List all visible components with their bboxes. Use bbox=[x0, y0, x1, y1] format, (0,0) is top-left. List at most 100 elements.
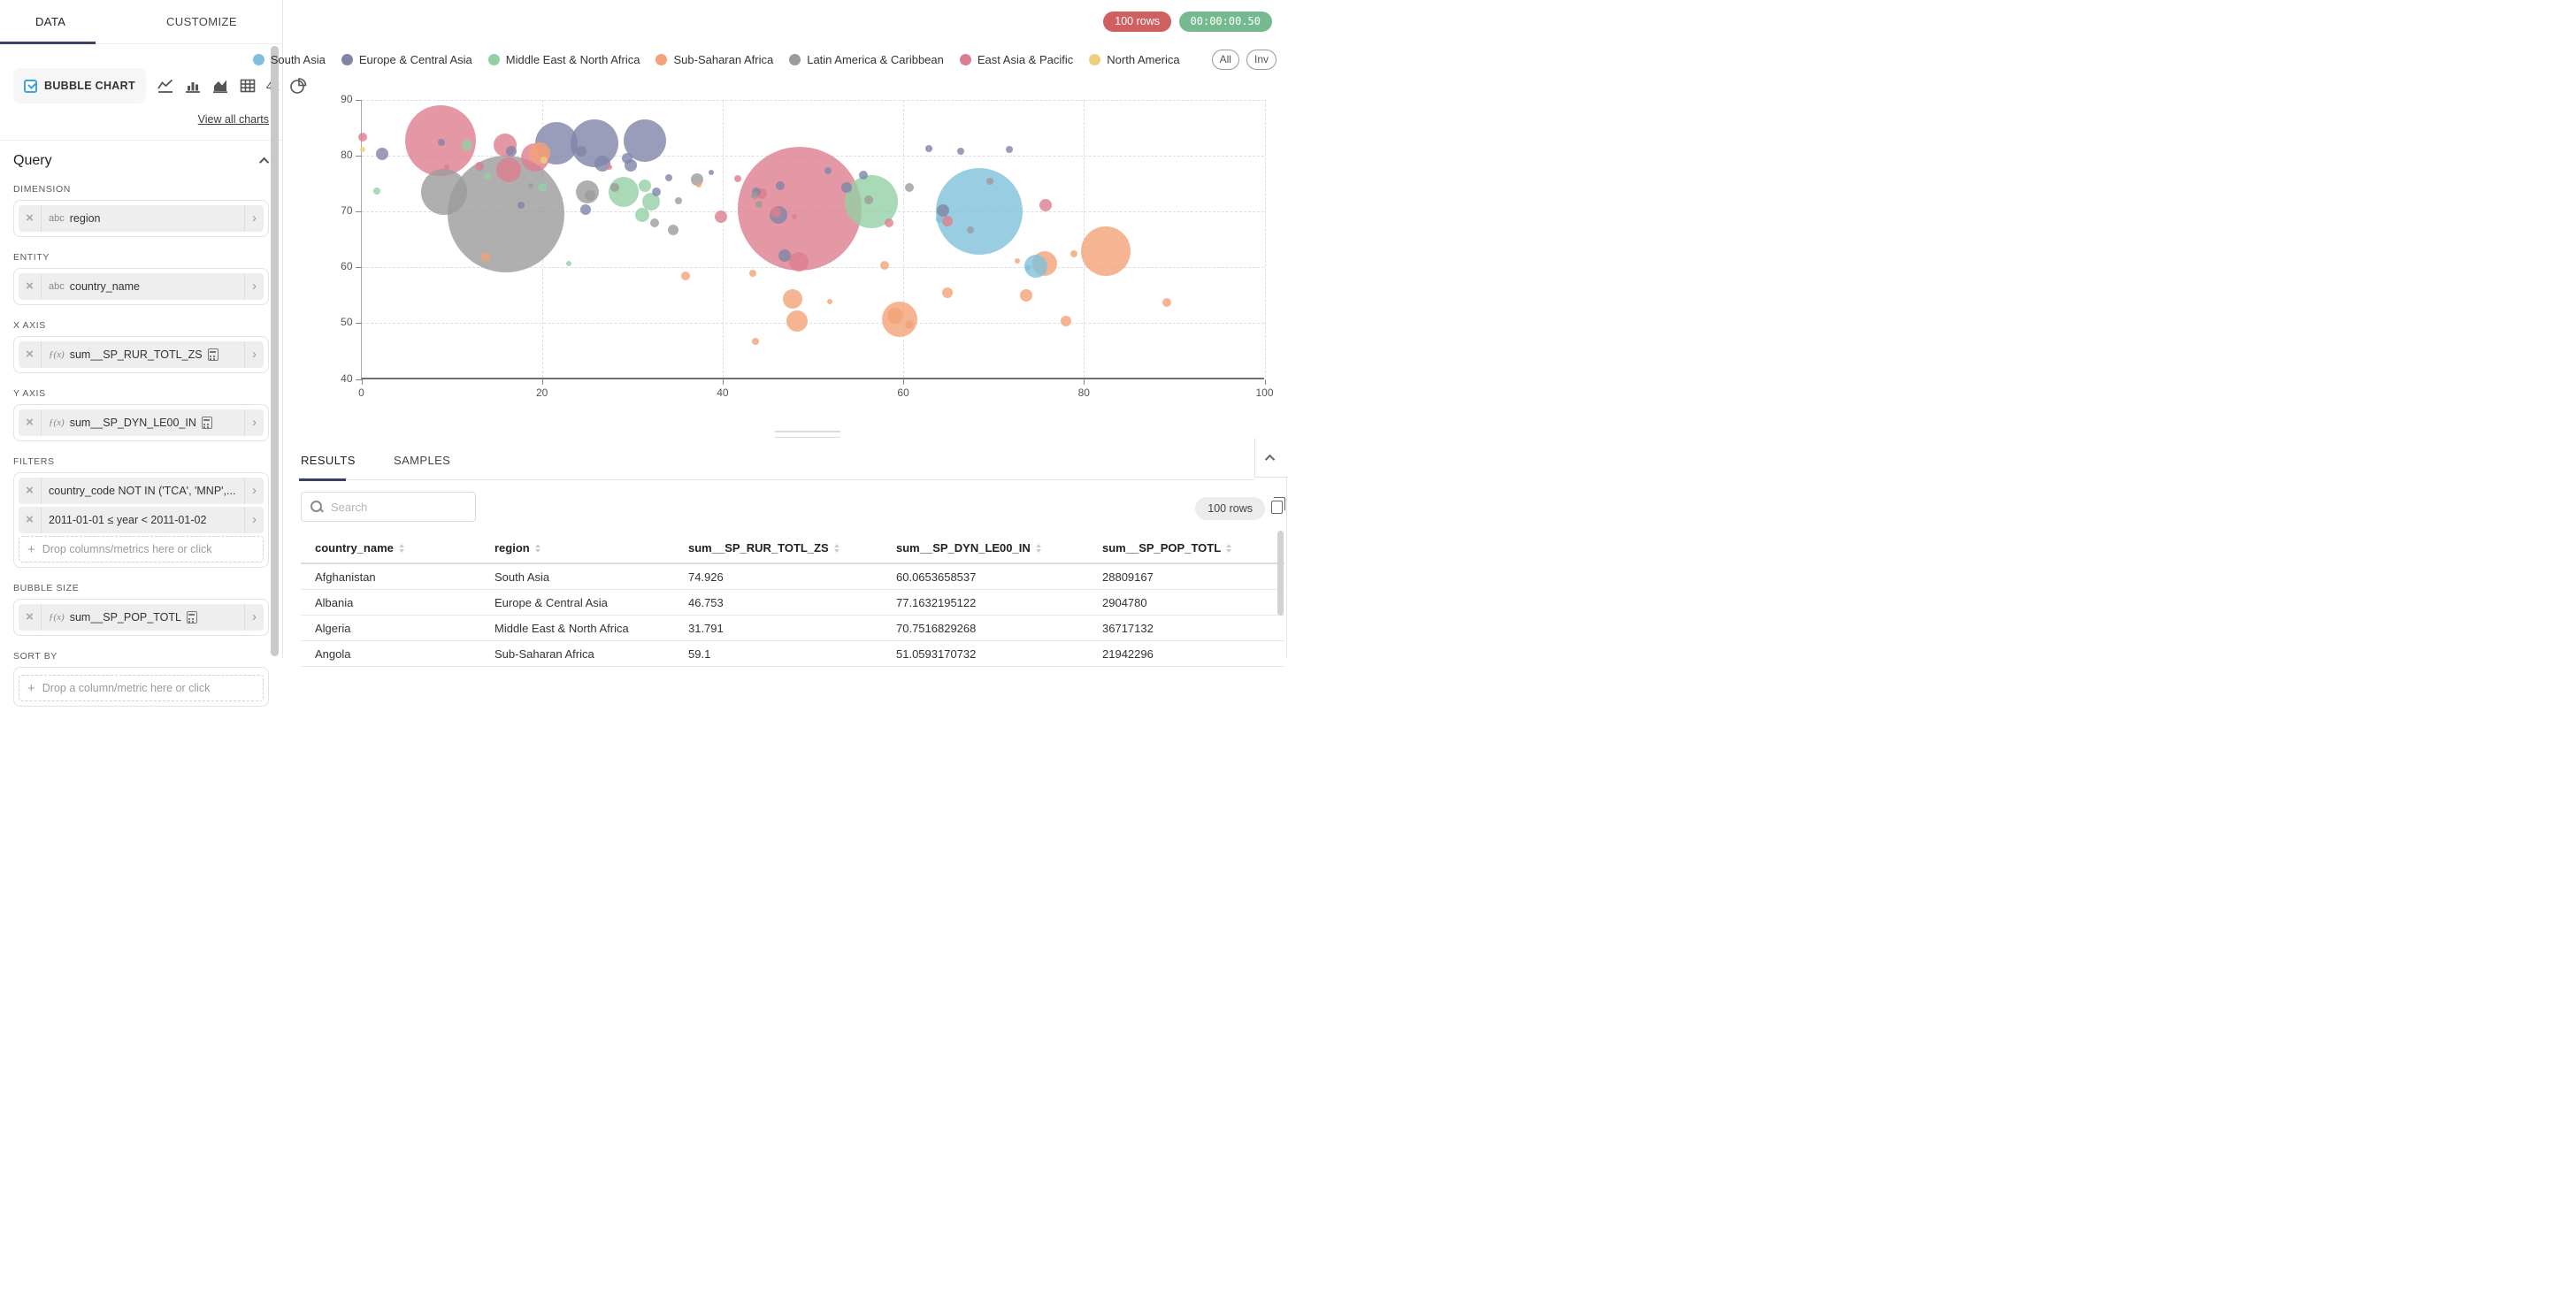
bubble[interactable] bbox=[538, 183, 547, 192]
bubble[interactable] bbox=[675, 197, 682, 204]
legend-item-latin-america-caribbean[interactable]: Latin America & Caribbean bbox=[789, 53, 944, 66]
legend-invert-button[interactable]: Inv bbox=[1246, 50, 1276, 70]
column-header-region[interactable]: region bbox=[480, 534, 674, 562]
bubble[interactable] bbox=[792, 214, 797, 219]
bubble[interactable] bbox=[783, 289, 802, 309]
bubble[interactable] bbox=[942, 287, 953, 298]
y-axis-expand-icon[interactable]: › bbox=[244, 409, 264, 436]
bubble[interactable] bbox=[967, 226, 974, 233]
tab-data[interactable]: DATA bbox=[35, 0, 65, 43]
bubble[interactable] bbox=[475, 162, 484, 171]
y-axis-pill[interactable]: × ƒ(x)sum__SP_DYN_LE00_IN › bbox=[19, 409, 264, 436]
sort-by-control[interactable]: +Drop a column/metric here or click bbox=[13, 667, 269, 707]
dimension-control[interactable]: × abcregion › bbox=[13, 200, 269, 237]
tab-customize[interactable]: CUSTOMIZE bbox=[166, 0, 237, 43]
filter-pill-year-range[interactable]: × 2011-01-01 ≤ year < 2011-01-02 › bbox=[19, 507, 264, 533]
bubble[interactable] bbox=[576, 146, 586, 157]
dimension-pill[interactable]: × abcregion › bbox=[19, 205, 264, 232]
bubble[interactable] bbox=[734, 175, 741, 182]
area-chart-icon[interactable] bbox=[211, 77, 229, 95]
sort-icon[interactable] bbox=[1226, 544, 1231, 553]
legend-item-sub-saharan-africa[interactable]: Sub-Saharan Africa bbox=[656, 53, 773, 66]
y-axis-control[interactable]: × ƒ(x)sum__SP_DYN_LE00_IN › bbox=[13, 404, 269, 441]
results-scrollbar[interactable] bbox=[1277, 531, 1284, 616]
legend-item-south-asia[interactable]: South Asia bbox=[253, 53, 326, 66]
column-header-sum-sp-pop-totl[interactable]: sum__SP_POP_TOTL bbox=[1088, 534, 1284, 562]
collapse-results-icon[interactable] bbox=[1265, 455, 1275, 464]
bubble[interactable] bbox=[681, 272, 690, 280]
bubble[interactable] bbox=[1070, 250, 1077, 257]
remove-dimension-icon[interactable]: × bbox=[19, 205, 42, 232]
bubble[interactable] bbox=[1015, 258, 1020, 264]
bubble[interactable] bbox=[880, 261, 889, 270]
bubble[interactable] bbox=[607, 164, 612, 170]
bubble[interactable] bbox=[752, 338, 759, 345]
legend-item-east-asia-pacific[interactable]: East Asia & Pacific bbox=[960, 53, 1073, 66]
bubble[interactable] bbox=[1020, 289, 1032, 302]
bubble[interactable] bbox=[859, 171, 868, 180]
filter-expand-icon[interactable]: › bbox=[244, 478, 264, 504]
filter-expand-icon[interactable]: › bbox=[244, 507, 264, 533]
bubble[interactable] bbox=[776, 181, 785, 190]
bubble[interactable] bbox=[864, 195, 873, 204]
bubble[interactable] bbox=[540, 157, 548, 164]
tab-results[interactable]: RESULTS bbox=[301, 442, 356, 479]
column-header-sum-sp-dyn-le00-in[interactable]: sum__SP_DYN_LE00_IN bbox=[882, 534, 1088, 562]
bubble[interactable] bbox=[421, 169, 467, 215]
bubble[interactable] bbox=[827, 299, 832, 304]
line-chart-icon[interactable] bbox=[157, 77, 174, 95]
bubble[interactable] bbox=[566, 261, 571, 266]
remove-filter-icon[interactable]: × bbox=[19, 478, 42, 504]
bubble[interactable] bbox=[749, 270, 756, 277]
panel-resize-handle[interactable] bbox=[775, 431, 840, 438]
bubble[interactable] bbox=[1162, 298, 1171, 307]
bubble[interactable] bbox=[668, 225, 678, 235]
viz-selected-checkbox[interactable] bbox=[24, 80, 37, 93]
legend-item-europe-central-asia[interactable]: Europe & Central Asia bbox=[341, 53, 472, 66]
tab-samples[interactable]: SAMPLES bbox=[394, 442, 450, 479]
sort-icon[interactable] bbox=[535, 544, 540, 553]
bar-chart-icon[interactable] bbox=[184, 77, 202, 95]
legend-item-north-america[interactable]: North America bbox=[1089, 53, 1179, 66]
bubble[interactable] bbox=[665, 174, 672, 181]
column-header-sum-sp-rur-totl-zs[interactable]: sum__SP_RUR_TOTL_ZS bbox=[674, 534, 882, 562]
bubble[interactable] bbox=[652, 187, 661, 196]
bubble[interactable] bbox=[789, 252, 809, 272]
sort-icon[interactable] bbox=[1036, 544, 1041, 553]
bubble-size-control[interactable]: × ƒ(x)sum__SP_POP_TOTL › bbox=[13, 599, 269, 636]
sort-by-dropzone[interactable]: +Drop a column/metric here or click bbox=[19, 675, 264, 701]
bubble[interactable] bbox=[1006, 146, 1013, 153]
bubble[interactable] bbox=[841, 182, 852, 193]
bubble[interactable] bbox=[506, 146, 517, 157]
bubble[interactable] bbox=[650, 218, 659, 227]
bubble[interactable] bbox=[905, 183, 914, 192]
bubble[interactable] bbox=[580, 204, 591, 215]
bubble[interactable] bbox=[696, 182, 702, 187]
sidebar-scrollbar[interactable] bbox=[271, 46, 279, 656]
remove-x-axis-icon[interactable]: × bbox=[19, 341, 42, 368]
remove-y-axis-icon[interactable]: × bbox=[19, 409, 42, 436]
sort-icon[interactable] bbox=[834, 544, 840, 553]
bubble[interactable] bbox=[709, 170, 714, 175]
query-collapse-icon[interactable] bbox=[259, 157, 269, 167]
bubble[interactable] bbox=[715, 210, 727, 223]
x-axis-expand-icon[interactable]: › bbox=[244, 341, 264, 368]
dimension-expand-icon[interactable]: › bbox=[244, 205, 264, 232]
remove-entity-icon[interactable]: × bbox=[19, 273, 42, 300]
x-axis-pill[interactable]: × ƒ(x)sum__SP_RUR_TOTL_ZS › bbox=[19, 341, 264, 368]
bubble[interactable] bbox=[373, 187, 380, 195]
remove-bubble-size-icon[interactable]: × bbox=[19, 604, 42, 631]
filters-dropzone[interactable]: +Drop columns/metrics here or click bbox=[19, 536, 264, 562]
entity-pill[interactable]: × abccountry_name › bbox=[19, 273, 264, 300]
filters-control[interactable]: × country_code NOT IN ('TCA', 'MNP',... … bbox=[13, 472, 269, 568]
bubble[interactable] bbox=[1039, 199, 1052, 211]
bubble[interactable] bbox=[1081, 226, 1131, 276]
filter-pill-country-code[interactable]: × country_code NOT IN ('TCA', 'MNP',... … bbox=[19, 478, 264, 504]
bubble[interactable] bbox=[639, 180, 651, 192]
bubble[interactable] bbox=[885, 218, 893, 227]
bubble[interactable] bbox=[635, 208, 649, 222]
bubble[interactable] bbox=[360, 147, 365, 152]
bubble[interactable] bbox=[786, 310, 808, 332]
bubble[interactable] bbox=[496, 157, 521, 182]
bubble[interactable] bbox=[376, 148, 388, 160]
